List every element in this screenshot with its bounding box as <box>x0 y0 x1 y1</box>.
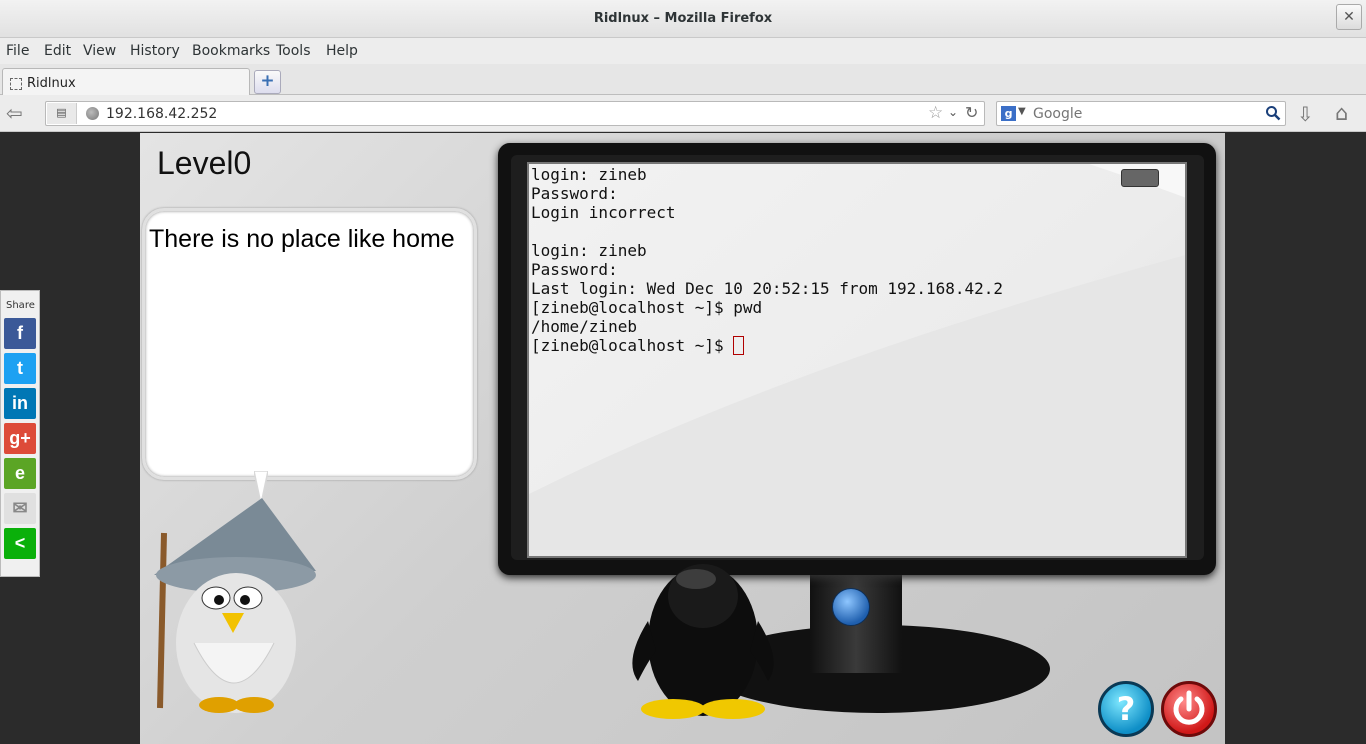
bubble-text: There is no place like home <box>149 225 455 253</box>
terminal-line: Last login: Wed Dec 10 20:52:15 from 192… <box>531 279 1004 298</box>
level-title: Level0 <box>157 145 252 181</box>
monitor-logo-icon[interactable] <box>832 588 870 626</box>
back-button[interactable]: ⇦ <box>6 103 32 125</box>
menu-tools[interactable]: Tools <box>276 43 311 59</box>
power-button[interactable] <box>1161 681 1217 737</box>
navigation-bar: ⇦ ▤ 192.168.42.252 ☆ ⌄ ↻ g ▼ ⇩ ⌂ <box>0 95 1366 132</box>
terminal-line: Login incorrect <box>531 203 676 222</box>
terminal-screen[interactable]: login: zineb Password: Login incorrect logi… <box>527 162 1187 558</box>
tab-ridlnux[interactable]: Ridlnux <box>2 68 250 96</box>
terminal-line: login: zineb <box>531 165 647 184</box>
email-share-button[interactable]: ✉ <box>4 493 36 524</box>
home-icon[interactable]: ⌂ <box>1335 101 1348 125</box>
terminal-line: Password: <box>531 184 618 203</box>
menu-history[interactable]: History <box>130 43 180 59</box>
reload-icon[interactable]: ↻ <box>965 103 978 122</box>
globe-icon <box>86 107 99 120</box>
window-titlebar: Ridlnux – Mozilla Firefox ✕ <box>0 0 1366 38</box>
help-button[interactable]: ? <box>1098 681 1154 737</box>
terminal-line: /home/zineb <box>531 317 637 336</box>
menu-bar: File Edit View History Bookmarks Tools H… <box>0 38 1366 64</box>
window-close-button[interactable]: ✕ <box>1336 4 1362 30</box>
more-share-button[interactable]: < <box>4 528 36 559</box>
facebook-share-button[interactable]: f <box>4 318 36 349</box>
bookmark-star-icon[interactable]: ☆ <box>928 103 943 123</box>
download-icon[interactable]: ⇩ <box>1297 102 1314 126</box>
power-icon <box>1173 690 1205 725</box>
monitor: login: zineb Password: Login incorrect logi… <box>498 143 1216 575</box>
url-bar[interactable]: ▤ 192.168.42.252 ☆ ⌄ ↻ <box>45 101 985 126</box>
terminal-line: login: zineb <box>531 241 647 260</box>
chevron-down-icon[interactable]: ▼ <box>1018 106 1026 117</box>
terminal-prompt: [zineb@localhost ~]$ <box>531 336 734 355</box>
game-stage: Level0 There is no place like home login… <box>140 133 1225 744</box>
menu-file[interactable]: File <box>6 43 29 59</box>
chevron-down-icon[interactable]: ⌄ <box>948 105 958 119</box>
wizard-penguin-image <box>154 498 316 713</box>
menu-bookmarks[interactable]: Bookmarks <box>192 43 270 59</box>
keyboard-icon[interactable] <box>1121 169 1159 187</box>
speech-bubble: There is no place like home <box>142 208 477 480</box>
terminal-output: login: zineb Password: Login incorrect logi… <box>531 165 1003 355</box>
page-content: Level0 There is no place like home login… <box>0 133 1366 744</box>
tabs-icon[interactable]: ▤ <box>47 103 77 124</box>
search-input[interactable] <box>1033 105 1253 123</box>
tab-bar: Ridlnux + <box>0 64 1366 96</box>
twitter-share-button[interactable]: t <box>4 353 36 384</box>
share-label: Share <box>6 300 35 311</box>
tab-label: Ridlnux <box>27 76 76 91</box>
url-text[interactable]: 192.168.42.252 <box>106 106 217 122</box>
terminal-line: [zineb@localhost ~]$ pwd <box>531 298 763 317</box>
new-tab-button[interactable]: + <box>254 70 281 94</box>
terminal-line: Password: <box>531 260 618 279</box>
evernote-share-button[interactable]: e <box>4 458 36 489</box>
search-bar[interactable]: g ▼ <box>996 101 1286 126</box>
window-title: Ridlnux – Mozilla Firefox <box>593 11 773 26</box>
search-engine-icon[interactable]: g <box>1001 106 1016 121</box>
search-icon[interactable] <box>1265 105 1281 121</box>
menu-edit[interactable]: Edit <box>44 43 71 59</box>
page-icon <box>10 78 22 90</box>
share-sidebar: Share f t in g+ e ✉ < <box>0 290 40 577</box>
menu-view[interactable]: View <box>83 43 116 59</box>
terminal-cursor[interactable] <box>733 336 745 355</box>
menu-help[interactable]: Help <box>326 43 358 59</box>
linkedin-share-button[interactable]: in <box>4 388 36 419</box>
tux-penguin-image <box>632 564 774 719</box>
googleplus-share-button[interactable]: g+ <box>4 423 36 454</box>
terminal-prompt-line[interactable]: [zineb@localhost ~]$ <box>531 336 1003 355</box>
